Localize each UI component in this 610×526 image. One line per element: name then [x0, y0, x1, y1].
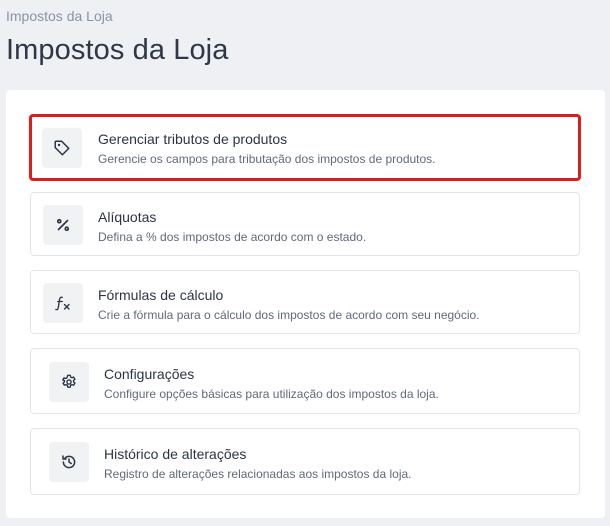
item-title: Fórmulas de cálculo	[98, 287, 224, 303]
percent-icon	[56, 218, 70, 232]
tag-icon	[54, 140, 70, 156]
settings-panel: Gerenciar tributos de produtos Gerencie …	[6, 90, 605, 518]
item-description: Gerencie os campos para tributação dos i…	[98, 152, 436, 166]
tag-icon-box	[42, 128, 82, 168]
tax-rates-item[interactable]: Alíquotas Defina a % dos impostos de aco…	[30, 192, 580, 256]
item-description: Registro de alterações relacionadas aos …	[104, 467, 412, 481]
function-icon-box	[43, 283, 83, 323]
item-title: Configurações	[104, 366, 195, 382]
item-description: Crie a fórmula para o cálculo dos impost…	[98, 308, 480, 322]
breadcrumb[interactable]: Impostos da Loja	[6, 8, 113, 24]
function-icon	[55, 296, 70, 311]
history-icon	[62, 455, 76, 469]
calculation-formulas-item[interactable]: Fórmulas de cálculo Crie a fórmula para …	[30, 270, 580, 334]
gear-icon-box	[49, 362, 89, 402]
settings-item[interactable]: Configurações Configure opções básicas p…	[30, 348, 580, 414]
manage-product-taxes-item[interactable]: Gerenciar tributos de produtos Gerencie …	[29, 114, 581, 181]
change-history-item[interactable]: Histórico de alterações Registro de alte…	[30, 428, 580, 495]
item-description: Defina a % dos impostos de acordo com o …	[98, 230, 367, 244]
page-title: Impostos da Loja	[6, 34, 229, 66]
item-title: Histórico de alterações	[104, 446, 247, 462]
history-icon-box	[49, 442, 89, 482]
item-title: Gerenciar tributos de produtos	[98, 131, 288, 147]
item-description: Configure opções básicas para utilização…	[104, 387, 439, 401]
gear-icon	[62, 374, 76, 388]
item-title: Alíquotas	[98, 209, 157, 225]
percent-icon-box	[43, 205, 83, 245]
